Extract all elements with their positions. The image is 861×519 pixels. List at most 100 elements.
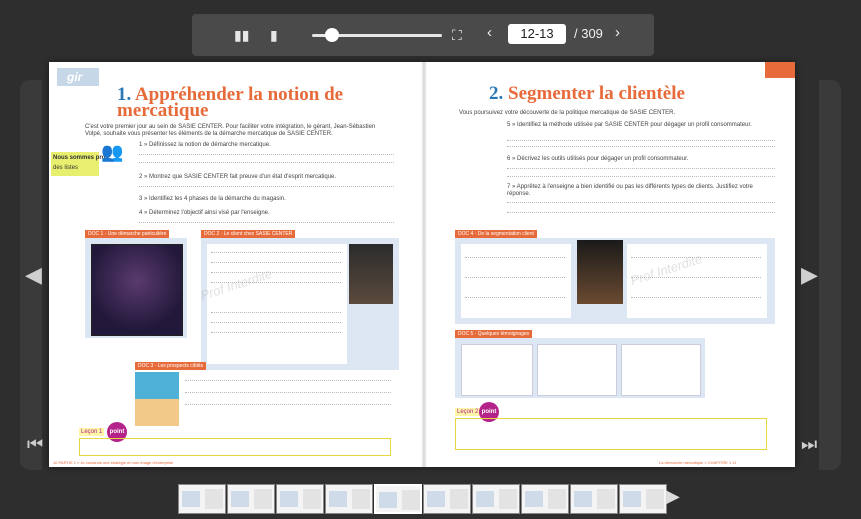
task-7: 7 » Apprêtez à l'enseigne a bien identif…: [507, 184, 753, 197]
doc3-image: [135, 372, 179, 426]
section-logo: gir: [67, 70, 83, 84]
answer-line: [139, 222, 394, 224]
thumbnail-block: [548, 489, 566, 509]
left-lessons-label: Leçon 1: [79, 428, 105, 436]
testimonial-card: [621, 344, 701, 396]
right-nav-panel: [819, 80, 841, 470]
page-thumbnail[interactable]: [619, 484, 667, 514]
page-thumbnail[interactable]: [570, 484, 618, 514]
thumbnail-strip: [178, 484, 667, 514]
doc5-label: DOC 5 · Quelques témoignages: [455, 330, 533, 338]
text-line: [211, 322, 341, 324]
answer-line: [185, 380, 391, 382]
prev-page-button[interactable]: ‹: [487, 24, 492, 41]
answer-line: [185, 392, 391, 394]
zoom-slider-knob[interactable]: [324, 28, 339, 42]
thumbnail-block: [597, 489, 615, 509]
left-intro: C'est votre premier jour au sein de SASI…: [85, 124, 376, 137]
book-spread: gir 1. Appréhender la notion de mercatiq…: [49, 62, 795, 467]
page-thumbnail[interactable]: [325, 484, 373, 514]
doc2-label: DOC 2 · Le client chez SASIE CENTER: [201, 230, 296, 238]
text-line: [211, 262, 341, 264]
thumbnail-block: [646, 489, 664, 509]
people-icon: 👥: [101, 142, 124, 162]
first-page-icon[interactable]: ⏮: [27, 434, 43, 455]
thumbnail-block: [231, 491, 249, 507]
answer-line: [507, 146, 775, 148]
thumbnail-block: [623, 491, 641, 507]
text-line: [211, 252, 341, 254]
page-thumbnail[interactable]: [472, 484, 520, 514]
next-spread-arrow-icon[interactable]: ▶: [801, 262, 818, 288]
thumbnail-block: [205, 489, 223, 509]
answer-line: [507, 140, 775, 142]
doc2-portrait: [349, 244, 393, 304]
left-summary-box: [79, 438, 391, 456]
testimonial-card: [461, 344, 533, 396]
task-5: 5 » Identifiez la méthode utilisée par S…: [507, 122, 752, 128]
two-page-view-icon[interactable]: ▮▮: [234, 27, 249, 43]
page-thumbnail[interactable]: [178, 484, 226, 514]
book-gutter: [421, 62, 427, 467]
last-page-icon[interactable]: ⏭: [801, 434, 817, 455]
right-page-title: 2. Segmenter la clientèle: [489, 83, 685, 104]
thumbnail-block: [499, 489, 517, 509]
page-number-input[interactable]: 12-13: [508, 24, 566, 44]
task-1: 1 » Définissez la notion de démarche mer…: [139, 142, 271, 148]
thumbnail-block: [379, 492, 397, 508]
thumbnail-block: [402, 490, 420, 510]
thumbnail-block: [427, 491, 445, 507]
page-thumbnail[interactable]: [276, 484, 324, 514]
doc1-image: [91, 244, 183, 336]
answer-line: [507, 168, 775, 170]
thumbnail-block: [352, 489, 370, 509]
page-thumbnail[interactable]: [521, 484, 569, 514]
previous-spread-arrow-icon[interactable]: ◀: [25, 262, 42, 288]
page-total-label: / 309: [574, 26, 603, 41]
task-4: 4 » Déterminez l'objectif ainsi visé par…: [139, 210, 270, 216]
thumbnail-block: [525, 491, 543, 507]
brand-sub-2: des listes: [53, 165, 79, 171]
task-6: 6 » Décrivez les outils utilisés pour dé…: [507, 156, 689, 162]
text-line: [631, 297, 761, 299]
text-line: [465, 257, 565, 259]
thumbnail-block: [329, 491, 347, 507]
answer-line: [507, 176, 775, 178]
doc4-label: DOC 4 · De la segmentation client: [455, 230, 537, 238]
right-summary-box: [455, 418, 767, 450]
thumbnail-block: [574, 491, 592, 507]
task-3: 3 » Identifiez les 4 phases de la démarc…: [139, 196, 286, 202]
text-line: [465, 297, 565, 299]
doc4-text-left: [461, 244, 571, 318]
thumbnail-block: [254, 489, 272, 509]
answer-line: [507, 202, 775, 204]
page-thumbnail[interactable]: [227, 484, 275, 514]
answer-line: [139, 162, 394, 164]
text-line: [465, 277, 565, 279]
task-2: 2 » Montrez que SASIE CENTER fait preuve…: [139, 174, 337, 180]
page-thumbnail[interactable]: [374, 484, 422, 514]
answer-line: [139, 154, 394, 156]
thumbnail-block: [450, 489, 468, 509]
thumbnails-next-icon[interactable]: ▶: [666, 486, 680, 507]
left-page-title: 1. Appréhender la notion de mercatique: [117, 84, 344, 121]
thumbnail-block: [303, 489, 321, 509]
single-page-view-icon[interactable]: ▮: [270, 27, 278, 43]
left-footer: 10 PARTIE 1 » Je construis une stratégie…: [53, 460, 174, 465]
doc1-label: DOC 1 · Une démarche particulière: [85, 230, 170, 238]
answer-line: [507, 212, 775, 214]
page-thumbnail[interactable]: [423, 484, 471, 514]
thumbnail-block: [280, 491, 298, 507]
right-intro: Vous poursuivez votre découverte de la p…: [459, 110, 676, 116]
right-footer: La démarche mercatique » CHAPITRE 1 11: [659, 460, 737, 465]
answer-line: [185, 404, 391, 406]
fullscreen-icon[interactable]: ⛶: [452, 27, 462, 43]
text-line: [211, 332, 341, 334]
text-line: [211, 272, 341, 274]
text-line: [211, 312, 341, 314]
thumbnail-block: [476, 491, 494, 507]
next-page-button[interactable]: ›: [615, 24, 620, 41]
doc4-portrait: [577, 240, 623, 304]
answer-line: [139, 186, 394, 188]
right-lessons-label: Leçon 2: [455, 408, 481, 416]
